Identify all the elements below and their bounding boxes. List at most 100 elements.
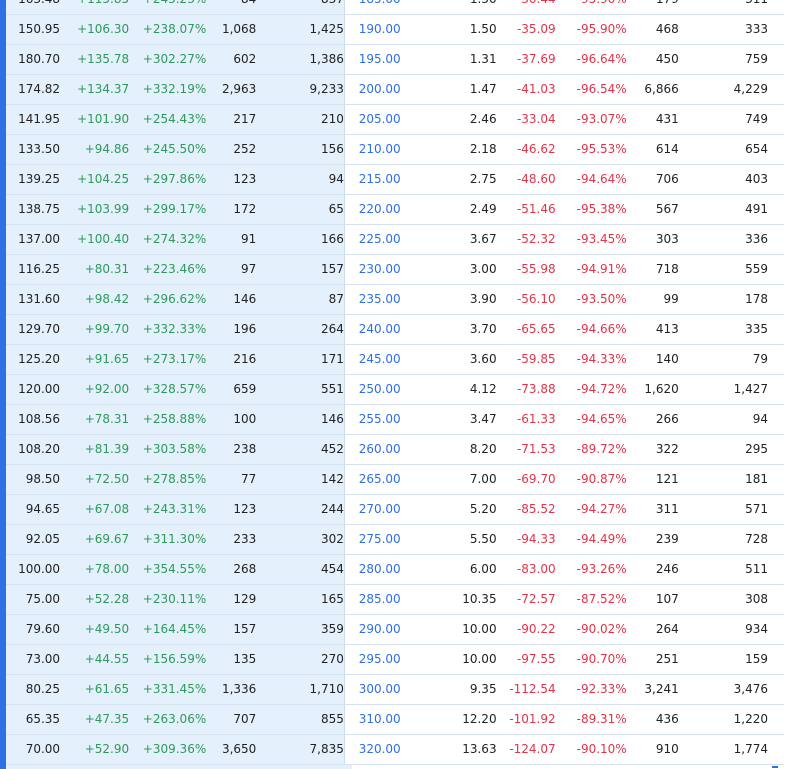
- strike-price[interactable]: 215.00: [343, 164, 415, 195]
- option-chain-row[interactable]: 92.05 +69.67 +311.30% 233 302 275.00 5.50 -94.3…: [6, 524, 784, 555]
- call-volume: 129: [206, 584, 257, 615]
- put-volume: 718: [626, 254, 679, 285]
- strike-price[interactable]: 270.00: [343, 494, 415, 525]
- strike-price[interactable]: 255.00: [343, 404, 415, 435]
- call-last-price: 98.50: [6, 464, 67, 495]
- option-chain-row[interactable]: 141.95 +101.90 +254.43% 217 210 205.00 2.46 -33…: [6, 104, 784, 135]
- put-change: -94.33: [496, 524, 556, 555]
- call-percent-change: +311.30%: [129, 524, 207, 555]
- option-chain-row[interactable]: 70.00 +52.90 +309.36% 3,650 7,835 320.00 13.63…: [6, 734, 784, 765]
- call-open-interest: 302: [256, 524, 345, 555]
- option-chain-row[interactable]: 116.25 +80.31 +223.46% 97 157 230.00 3.00 -55.9…: [6, 254, 784, 285]
- strike-price[interactable]: 195.00: [343, 44, 415, 75]
- put-open-interest: 728: [678, 524, 784, 555]
- strike-price[interactable]: 275.00: [343, 524, 415, 555]
- call-percent-change: +299.17%: [129, 194, 207, 225]
- call-percent-change: +332.19%: [129, 74, 207, 105]
- put-open-interest: 311: [678, 0, 784, 15]
- strike-price[interactable]: 205.00: [343, 104, 415, 135]
- put-volume: 910: [626, 734, 679, 765]
- call-open-interest: 87: [256, 284, 345, 315]
- put-volume: 322: [626, 434, 679, 465]
- option-chain-row[interactable]: 137.00 +100.40 +274.32% 91 166 225.00 3.67 -52.…: [6, 224, 784, 255]
- option-chain-row[interactable]: 125.20 +91.65 +273.17% 216 171 245.00 3.60 -59.…: [6, 344, 784, 375]
- option-chain-row[interactable]: 108.56 +78.31 +258.88% 100 146 255.00 3.47 -61.…: [6, 404, 784, 435]
- put-last-price: 5.20: [414, 494, 497, 525]
- strike-price[interactable]: 260.00: [343, 434, 415, 465]
- call-change: +104.25: [66, 164, 130, 195]
- option-chain-row[interactable]: 100.00 +78.00 +354.55% 268 454 280.00 6.00 -83.…: [6, 554, 784, 585]
- call-volume: 216: [206, 344, 257, 375]
- strike-price[interactable]: 265.00: [343, 464, 415, 495]
- put-volume: 468: [626, 14, 679, 45]
- call-percent-change: +332.33%: [129, 314, 207, 345]
- strike-price[interactable]: 295.00: [343, 644, 415, 675]
- option-chain-row[interactable]: 94.65 +67.08 +243.31% 123 244 270.00 5.20 -85.5…: [6, 494, 784, 525]
- option-chain-row[interactable]: 120.00 +92.00 +328.57% 659 551 250.00 4.12 -73.…: [6, 374, 784, 405]
- strike-price[interactable]: 200.00: [343, 74, 415, 105]
- call-percent-change: +331.45%: [129, 674, 207, 705]
- strike-price[interactable]: 285.00: [343, 584, 415, 615]
- call-percent-change: +263.06%: [129, 704, 207, 735]
- option-chain-row[interactable]: 163.48+115.85+243.23%84837185.001.30-30.…: [6, 0, 784, 15]
- put-last-price: 8.20: [414, 434, 497, 465]
- strike-price[interactable]: 310.00: [343, 704, 415, 735]
- call-last-price: 163.48: [6, 0, 67, 15]
- strike-price[interactable]: 245.00: [343, 344, 415, 375]
- strike-price[interactable]: 280.00: [343, 554, 415, 585]
- put-percent-change: -96.64%: [555, 44, 627, 75]
- option-chain-row[interactable]: 75.00 +52.28 +230.11% 129 165 285.00 10.35 -72.…: [6, 584, 784, 615]
- call-open-interest: 454: [256, 554, 345, 585]
- strike-price[interactable]: 185.00: [343, 0, 415, 15]
- strike-price[interactable]: 235.00: [343, 284, 415, 315]
- option-chain-row[interactable]: 133.50 +94.86 +245.50% 252 156 210.00 2.18 -46.…: [6, 134, 784, 165]
- put-change: -65.65: [496, 314, 556, 345]
- put-volume: 246: [626, 554, 679, 585]
- call-open-interest: 264: [256, 314, 345, 345]
- strike-price[interactable]: 230.00: [343, 254, 415, 285]
- call-percent-change: +278.85%: [129, 464, 207, 495]
- option-chain-row[interactable]: 98.50 +72.50 +278.85% 77 142 265.00 7.00 -69.70…: [6, 464, 784, 495]
- put-change: -69.70: [496, 464, 556, 495]
- call-change: +78.00: [66, 554, 130, 585]
- option-chain-row[interactable]: 129.70 +99.70 +332.33% 196 264 240.00 3.70 -65.…: [6, 314, 784, 345]
- strike-price[interactable]: 300.00: [343, 674, 415, 705]
- put-last-price: 2.46: [414, 104, 497, 135]
- put-percent-change: -95.53%: [555, 134, 627, 165]
- option-chain-row[interactable]: 150.95 +106.30 +238.07% 1,068 1,425 190.00 1.5…: [6, 14, 784, 45]
- strike-price[interactable]: 250.00: [343, 374, 415, 405]
- put-last-price: 9.35: [414, 674, 497, 705]
- option-chain-row[interactable]: 73.00 +44.55 +156.59% 135 270 295.00 10.00 -97.…: [6, 644, 784, 675]
- put-volume: 140: [626, 344, 679, 375]
- strike-price[interactable]: 210.00: [343, 134, 415, 165]
- option-chain-table-container[interactable]: 163.48+115.85+243.23%84837185.001.30-30.…: [0, 0, 790, 765]
- option-chain-row[interactable]: 65.35 +47.35 +263.06% 707 855 310.00 12.20 -101…: [6, 704, 784, 735]
- put-percent-change: -94.91%: [555, 254, 627, 285]
- put-percent-change: -94.66%: [555, 314, 627, 345]
- option-chain-row[interactable]: 80.25 +61.65 +331.45% 1,336 1,710 300.00 9.35-…: [6, 674, 784, 705]
- strike-price[interactable]: 190.00: [343, 14, 415, 45]
- strike-price[interactable]: 225.00: [343, 224, 415, 255]
- put-last-price: 2.49: [414, 194, 497, 225]
- put-volume: 264: [626, 614, 679, 645]
- call-percent-change: +297.86%: [129, 164, 207, 195]
- call-last-price: 137.00: [6, 224, 67, 255]
- strike-price[interactable]: 320.00: [343, 734, 415, 765]
- scroll-indicator[interactable]: [772, 766, 778, 768]
- call-last-price: 94.65: [6, 494, 67, 525]
- strike-price[interactable]: 220.00: [343, 194, 415, 225]
- option-chain-row[interactable]: 180.70 +135.78 +302.27% 602 1,386 195.00 1.31-…: [6, 44, 784, 75]
- option-chain-row[interactable]: 139.25 +104.25 +297.86% 123 94 215.00 2.75 -48.…: [6, 164, 784, 195]
- call-percent-change: +238.07%: [129, 14, 207, 45]
- put-volume: 706: [626, 164, 679, 195]
- strike-price[interactable]: 290.00: [343, 614, 415, 645]
- put-change: -101.92: [496, 704, 556, 735]
- option-chain-row[interactable]: 131.60 +98.42 +296.62% 146 87 235.00 3.90 -56.1…: [6, 284, 784, 315]
- put-volume: 251: [626, 644, 679, 675]
- option-chain-row[interactable]: 79.60 +49.50 +164.45% 157 359 290.00 10.00 -90.…: [6, 614, 784, 645]
- option-chain-row[interactable]: 138.75 +103.99 +299.17% 172 65 220.00 2.49 -51.…: [6, 194, 784, 225]
- option-chain-row[interactable]: 108.20 +81.39 +303.58% 238 452 260.00 8.20 -71.…: [6, 434, 784, 465]
- option-chain-row[interactable]: 174.82 +134.37 +332.19% 2,963 9,233 200.00 1.4…: [6, 74, 784, 105]
- call-volume: 233: [206, 524, 257, 555]
- strike-price[interactable]: 240.00: [343, 314, 415, 345]
